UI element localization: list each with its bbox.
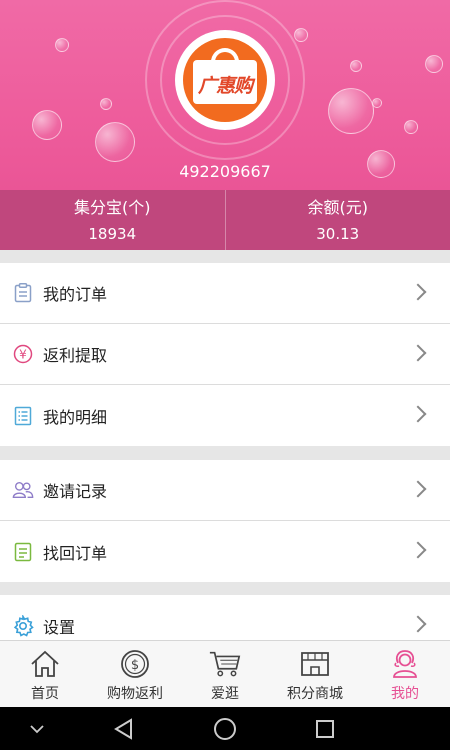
menu-label: 返利提取	[43, 346, 108, 365]
svg-text:$: $	[131, 658, 139, 673]
tab-label: 爱逛	[211, 686, 239, 702]
home-button-icon[interactable]	[208, 707, 242, 750]
app-logo: 广惠购	[183, 38, 267, 122]
profile-header: 广惠购 492209667	[0, 0, 450, 190]
tab-points-mall[interactable]: 积分商城	[270, 641, 360, 707]
dollar-coin-icon: $	[118, 649, 152, 679]
stat-label: 余额(元)	[307, 198, 369, 217]
recent-apps-icon[interactable]	[308, 707, 342, 750]
user-id: 492209667	[179, 162, 271, 181]
tab-label: 购物返利	[107, 686, 163, 702]
menu-item-settings[interactable]: 设置	[0, 595, 450, 640]
bubble-decoration	[100, 98, 112, 110]
home-icon	[28, 649, 62, 679]
bubble-decoration	[404, 120, 418, 134]
tab-label: 首页	[31, 686, 59, 702]
bubble-decoration	[95, 122, 135, 162]
bubble-decoration	[425, 55, 443, 73]
back-icon[interactable]	[108, 707, 138, 750]
document-icon	[12, 541, 34, 563]
menu-label: 我的明细	[43, 407, 108, 427]
chevron-right-icon	[409, 344, 427, 362]
menu-group-orders: 我的订单 ¥ 返利提取 我的明细	[0, 263, 450, 446]
menu-item-recover-order[interactable]: 找回订单	[0, 521, 450, 582]
menu-item-my-orders[interactable]: 我的订单	[0, 263, 450, 324]
bubble-decoration	[372, 98, 382, 108]
store-icon	[298, 649, 332, 679]
chevron-right-icon	[409, 480, 427, 498]
stats-bar: 集分宝(个) 18934 余额(元) 30.13	[0, 190, 450, 250]
bubble-decoration	[32, 110, 62, 140]
gear-icon	[12, 614, 34, 637]
yen-icon: ¥	[12, 343, 34, 365]
bubble-decoration	[55, 38, 69, 52]
menu-label: 设置	[43, 617, 76, 637]
list-icon	[12, 405, 34, 427]
tab-label: 积分商城	[287, 686, 343, 702]
stat-balance[interactable]: 余额(元) 30.13	[224, 190, 450, 250]
tab-mine[interactable]: 我的	[360, 641, 450, 707]
bubble-decoration	[328, 88, 374, 134]
menu-label: 我的订单	[43, 285, 108, 304]
bubble-decoration	[350, 60, 362, 72]
user-icon	[388, 649, 422, 679]
chevron-down-icon[interactable]	[22, 707, 52, 750]
stat-label: 集分宝(个)	[74, 198, 151, 217]
menu-item-my-details[interactable]: 我的明细	[0, 385, 450, 446]
avatar[interactable]: 广惠购	[175, 30, 275, 130]
tab-browse[interactable]: 爱逛	[180, 641, 270, 707]
users-icon	[12, 479, 34, 501]
menu-item-invite-records[interactable]: 邀请记录	[0, 460, 450, 521]
bottom-tab-bar: 首页 $ 购物返利 爱逛 积分商城 我的	[0, 640, 450, 707]
bubble-decoration	[294, 28, 308, 42]
chevron-right-icon	[409, 405, 427, 423]
tab-home[interactable]: 首页	[0, 641, 90, 707]
tab-shopping-cashback[interactable]: $ 购物返利	[90, 641, 180, 707]
clipboard-icon	[12, 282, 34, 304]
menu-group-settings: 设置	[0, 595, 450, 640]
menu-group-invites: 邀请记录 找回订单	[0, 460, 450, 582]
menu-label: 邀请记录	[43, 482, 108, 501]
chevron-right-icon	[409, 615, 427, 633]
tab-label: 我的	[391, 686, 419, 702]
chevron-right-icon	[409, 283, 427, 301]
system-navigation-bar	[0, 707, 450, 750]
logo-text: 广惠购	[197, 75, 253, 97]
svg-text:¥: ¥	[19, 348, 27, 362]
stat-points[interactable]: 集分宝(个) 18934	[0, 190, 225, 250]
stat-value: 30.13	[316, 225, 360, 243]
cart-icon	[208, 649, 242, 679]
menu-item-cashback-withdraw[interactable]: ¥ 返利提取	[0, 324, 450, 385]
menu-label: 找回订单	[43, 543, 108, 563]
chevron-right-icon	[409, 541, 427, 559]
stat-value: 18934	[88, 225, 137, 243]
